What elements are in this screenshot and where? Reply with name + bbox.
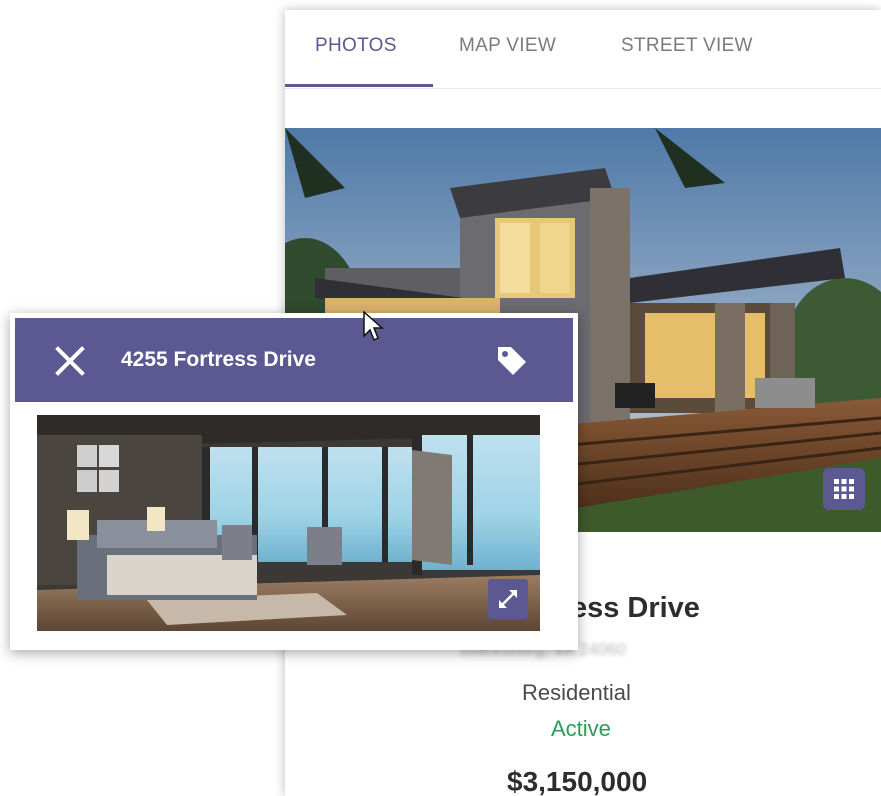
interior-bedroom-photo[interactable] <box>37 415 540 631</box>
tag-button[interactable] <box>495 344 529 378</box>
grid-icon <box>834 479 854 499</box>
gallery-grid-button[interactable] <box>823 468 865 510</box>
expand-icon <box>499 590 517 608</box>
mouse-cursor-icon <box>363 310 384 342</box>
tab-map-view[interactable]: MAP VIEW <box>459 35 556 57</box>
active-tab-indicator <box>285 84 433 87</box>
property-popup-card: 4255 Fortress Drive <box>10 313 578 650</box>
listing-status: Active <box>551 716 611 741</box>
tab-photos[interactable]: PHOTOS <box>315 35 397 57</box>
popup-title: 4255 Fortress Drive <box>121 348 316 371</box>
bedroom-interior-illustration <box>37 415 540 631</box>
view-tabs: PHOTOS MAP VIEW STREET VIEW <box>285 10 881 89</box>
expand-button[interactable] <box>488 579 528 619</box>
listing-property-type: Residential <box>522 680 631 705</box>
tag-icon <box>498 347 526 375</box>
close-icon <box>55 346 85 376</box>
listing-price: $3,150,000 <box>507 766 648 796</box>
tab-street-view[interactable]: STREET VIEW <box>621 35 753 57</box>
close-button[interactable] <box>55 346 85 376</box>
popup-header: 4255 Fortress Drive <box>15 318 573 402</box>
